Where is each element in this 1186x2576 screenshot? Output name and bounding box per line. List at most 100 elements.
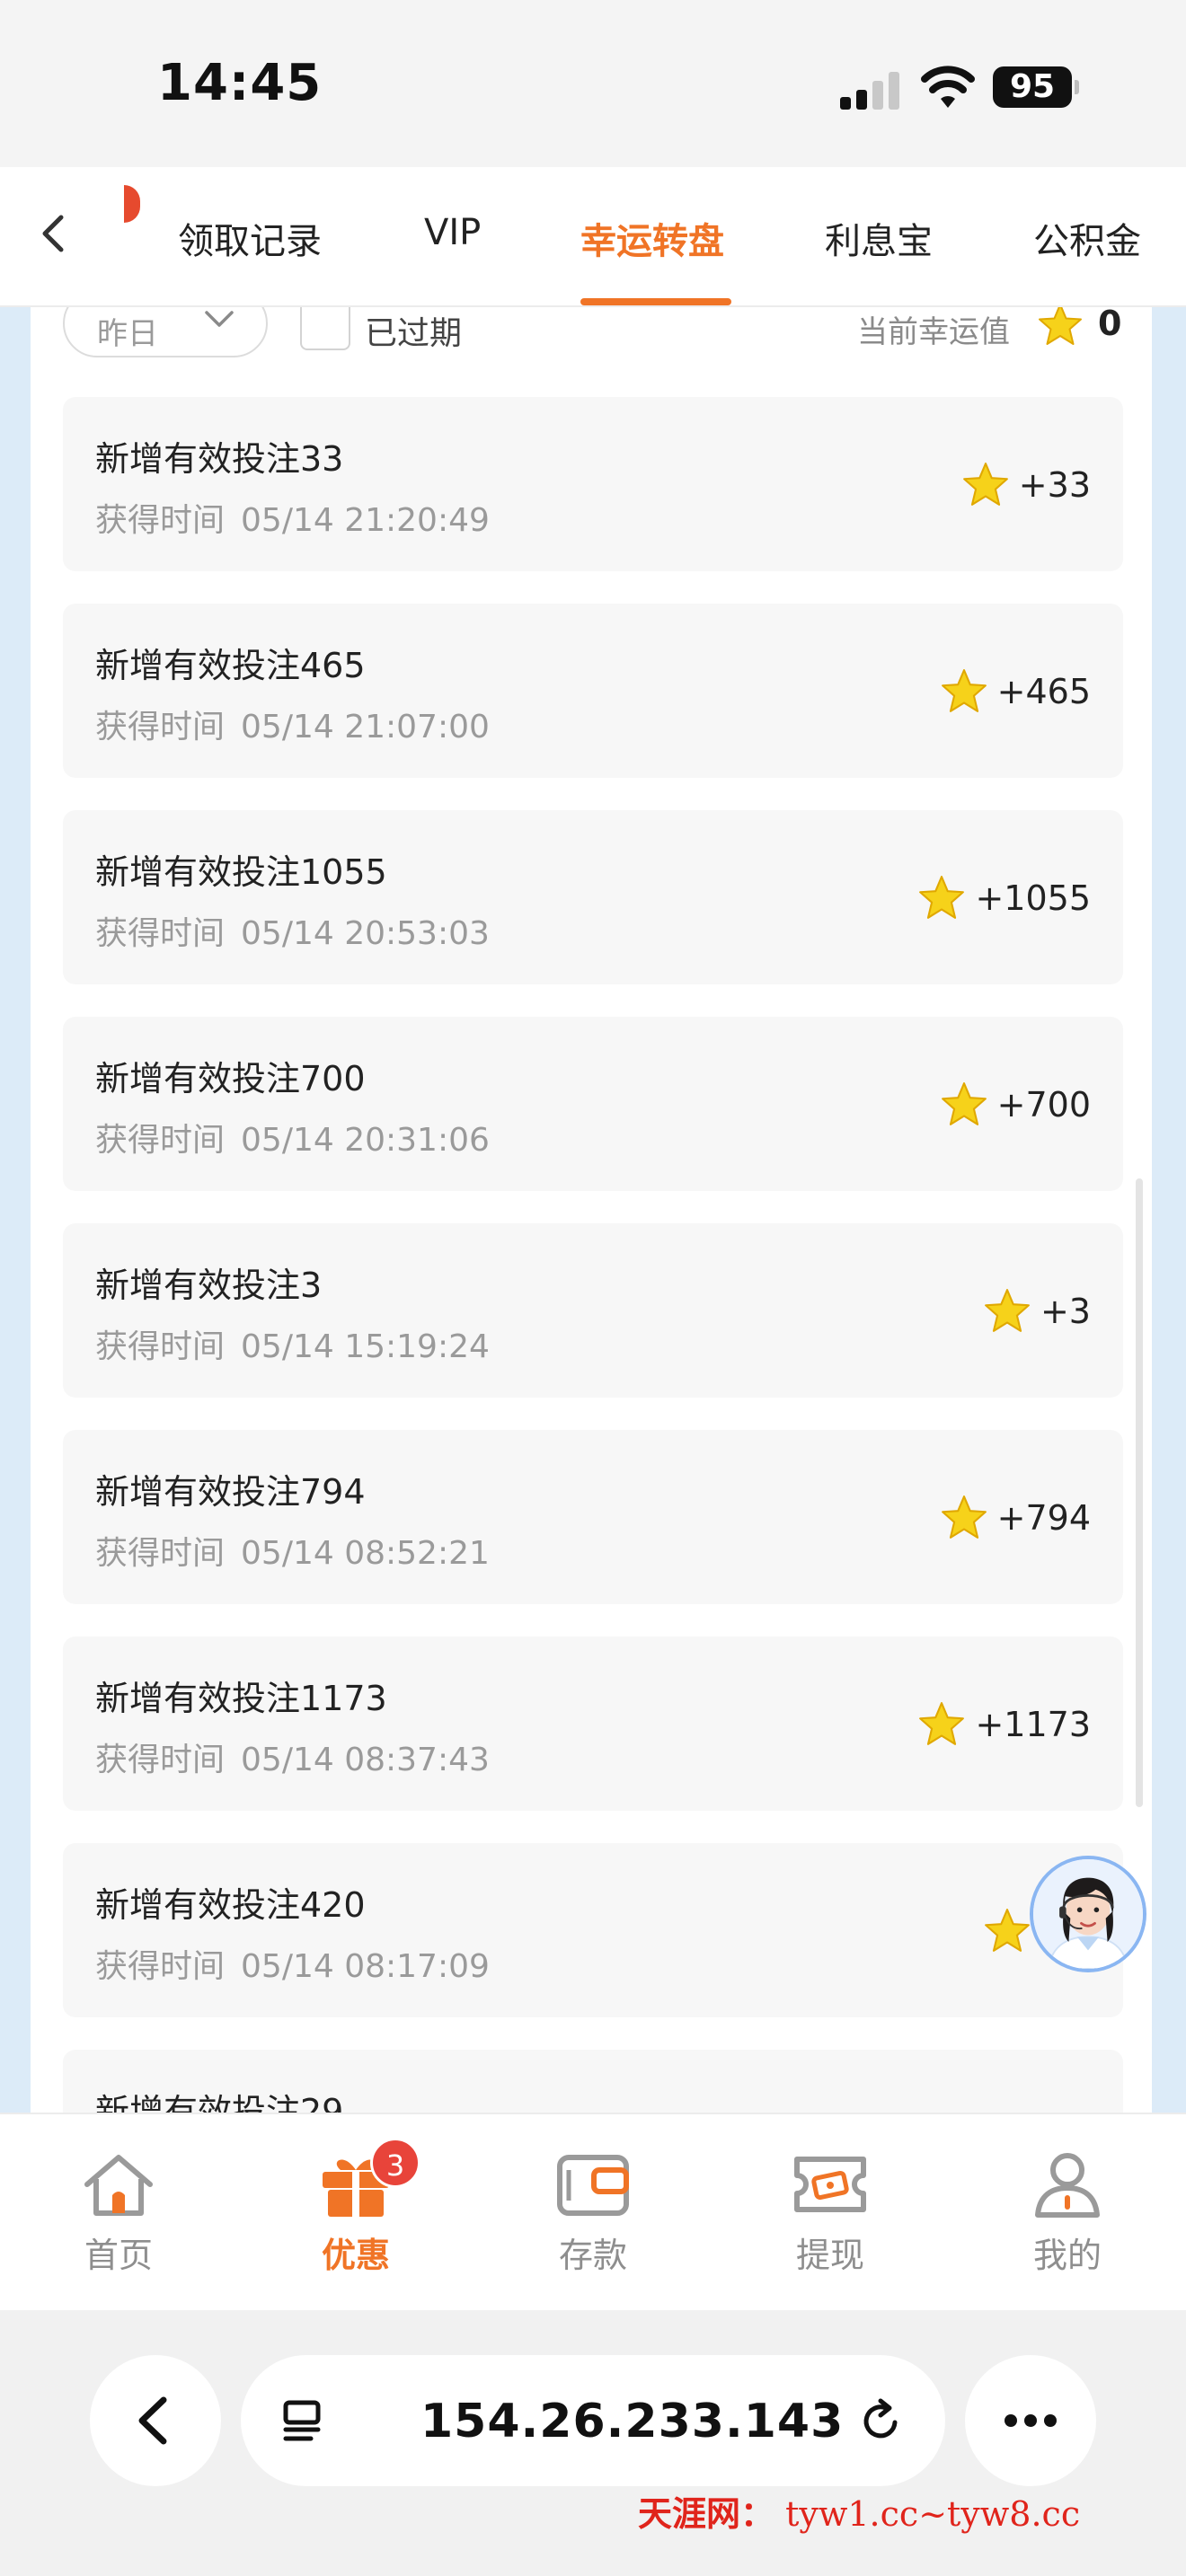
nav-deposit[interactable]: 存款: [521, 2150, 665, 2285]
star-icon: [941, 1495, 987, 1539]
record-time: 获得时间 05/14 20:31:06: [95, 1114, 490, 1160]
tab-interest[interactable]: 利息宝: [825, 212, 933, 264]
watermark-brand: 天涯网：: [638, 2493, 775, 2534]
nav-deposit-label: 存款: [558, 2236, 627, 2275]
expired-checkbox[interactable]: [300, 307, 350, 350]
record-card: 新增有效投注1173 获得时间 05/14 08:37:43 +1173: [63, 1636, 1123, 1811]
nav-withdraw[interactable]: 提现: [758, 2150, 902, 2285]
star-icon: [962, 463, 1008, 506]
record-time-value: 05/14 08:52:21: [241, 1535, 490, 1572]
records-panel: 昨日 已过期 当前幸运值 0 新增有效投注33 获得时间 05/14 21:20:4…: [31, 307, 1152, 2113]
browser-more-button[interactable]: [965, 2355, 1096, 2486]
bottom-tab-bar: 首页 优惠 3 存款 提现 我的: [0, 2113, 1186, 2310]
record-title: 新增有效投注29: [95, 2092, 344, 2113]
record-time: 获得时间 05/14 08:37:43: [95, 1734, 490, 1780]
luck-value: 0: [1098, 307, 1122, 343]
record-time-value: 05/14 08:17:09: [241, 1948, 490, 1985]
watermark-text: tyw1.cc~tyw8.cc: [785, 2494, 1081, 2534]
record-title: 新增有效投注465: [95, 646, 366, 685]
more-icon: [1005, 2414, 1057, 2427]
scrollbar[interactable]: [1136, 1178, 1143, 1807]
record-reward: +1055: [917, 871, 1091, 925]
record-reward: +1173: [917, 1698, 1091, 1751]
record-reward: +3: [983, 1284, 1091, 1338]
nav-withdraw-label: 提现: [795, 2236, 864, 2275]
tabs-icon: [283, 2400, 321, 2441]
nav-promotions-label: 优惠: [321, 2236, 390, 2275]
status-bar: 14:45 95: [0, 0, 1186, 167]
tab-provident-fund[interactable]: 公积金: [1033, 212, 1141, 264]
record-card: 新增有效投注420获得时间05/14 08:17:09+4: [63, 1843, 1123, 2017]
star-icon: [985, 1909, 1030, 1952]
app-page: 14:45 95 领取记录 VIP 幸运转盘 利息宝 公积金 昨日 已过期 当前…: [0, 0, 1186, 2576]
reload-icon[interactable]: [854, 2394, 907, 2448]
record-time: 获得时间 05/14 20:53:03: [95, 907, 490, 954]
record-time-label: 获得时间: [95, 1535, 226, 1572]
nav-promotions[interactable]: 优惠 3: [284, 2138, 428, 2285]
tab-edge-indicator: [124, 185, 140, 223]
url-text: 154.26.233.143: [420, 2395, 845, 2448]
record-reward-value: +3: [1040, 1292, 1091, 1331]
record-title: 新增有效投注1055: [95, 852, 387, 892]
record-time-label: 获得时间: [95, 1948, 226, 1985]
customer-service-avatar-icon: [1033, 1859, 1143, 1969]
date-select[interactable]: 昨日: [63, 307, 268, 357]
record-card: 新增有效投注33 获得时间 05/14 21:20:49 +33: [63, 397, 1123, 571]
tab-lucky-wheel[interactable]: 幸运转盘: [580, 212, 724, 264]
record-reward-value: +794: [996, 1498, 1091, 1538]
record-card: 新增有效投注3 获得时间 05/14 15:19:24 +3: [63, 1223, 1123, 1398]
record-time-value: 05/14 15:19:24: [241, 1328, 490, 1365]
wifi-icon: [921, 66, 975, 108]
wallet-icon: [557, 2155, 629, 2216]
record-card: 新增有效投注1055 获得时间 05/14 20:53:03 +1055: [63, 810, 1123, 984]
record-card: 新增有效投注465 获得时间 05/14 21:07:00 +465: [63, 604, 1123, 778]
record-time-value: 05/14 20:31:06: [241, 1122, 490, 1159]
tab-claim-record[interactable]: 领取记录: [178, 212, 322, 264]
battery-indicator: 95: [993, 66, 1079, 108]
record-time-label: 获得时间: [95, 709, 226, 745]
record-reward: +794: [940, 1491, 1091, 1545]
ticket-icon: [794, 2157, 866, 2212]
record-card: 新增有效投注29: [63, 2050, 1123, 2113]
record-time: 获得时间 05/14 21:20:49: [95, 494, 490, 541]
record-title: 新增有效投注33: [95, 439, 344, 479]
star-icon: [919, 876, 965, 919]
record-time: 获得时间 05/14 21:07:00: [95, 701, 490, 747]
star-icon: [919, 1702, 965, 1745]
record-reward-value: +1055: [975, 878, 1091, 918]
star-icon: [985, 1289, 1030, 1332]
record-card: 新增有效投注700 获得时间 05/14 20:31:06 +700: [63, 1017, 1123, 1191]
back-arrow-icon[interactable]: [27, 207, 81, 260]
nav-home-label: 首页: [84, 2236, 153, 2275]
address-bar[interactable]: 154.26.233.143: [241, 2355, 945, 2486]
record-time-label: 获得时间: [95, 502, 226, 539]
record-time-value: 05/14 21:07:00: [241, 709, 490, 745]
record-reward: +700: [940, 1078, 1091, 1132]
record-title: 新增有效投注1173: [95, 1679, 387, 1718]
record-title: 新增有效投注3: [95, 1266, 323, 1305]
browser-toolbar: 154.26.233.143 天涯网： tyw1.cc~tyw8.cc: [0, 2310, 1186, 2576]
top-tab-bar: 领取记录 VIP 幸运转盘 利息宝 公积金: [0, 167, 1186, 307]
active-tab-underline: [580, 298, 731, 305]
star-icon: [941, 669, 987, 712]
record-card: 新增有效投注794 获得时间 05/14 08:52:21 +794: [63, 1430, 1123, 1604]
nav-mine[interactable]: 我的: [996, 2150, 1139, 2285]
luck-value-label: 当前幸运值: [857, 314, 1010, 350]
customer-service-button[interactable]: [1030, 1856, 1146, 1972]
record-reward-value: +465: [996, 672, 1091, 711]
record-reward: +33: [961, 458, 1091, 512]
tab-vip[interactable]: VIP: [424, 212, 481, 253]
star-icon: [941, 1082, 987, 1125]
record-time: 获得时间 05/14 08:52:21: [95, 1527, 490, 1574]
watermark: 天涯网： tyw1.cc~tyw8.cc: [638, 2486, 1080, 2536]
chevron-down-icon: [205, 311, 234, 327]
star-icon: [1039, 307, 1082, 345]
record-time: 获得时间 05/14 08:17:09: [95, 1940, 490, 1987]
browser-back-button[interactable]: [90, 2355, 221, 2486]
record-title: 新增有效投注794: [95, 1472, 366, 1512]
record-time-value: 05/14 08:37:43: [241, 1742, 490, 1778]
nav-home[interactable]: 首页: [47, 2150, 190, 2285]
promotions-badge: 3: [370, 2138, 420, 2188]
record-title: 新增有效投注700: [95, 1059, 366, 1098]
nav-mine-label: 我的: [1032, 2236, 1102, 2275]
